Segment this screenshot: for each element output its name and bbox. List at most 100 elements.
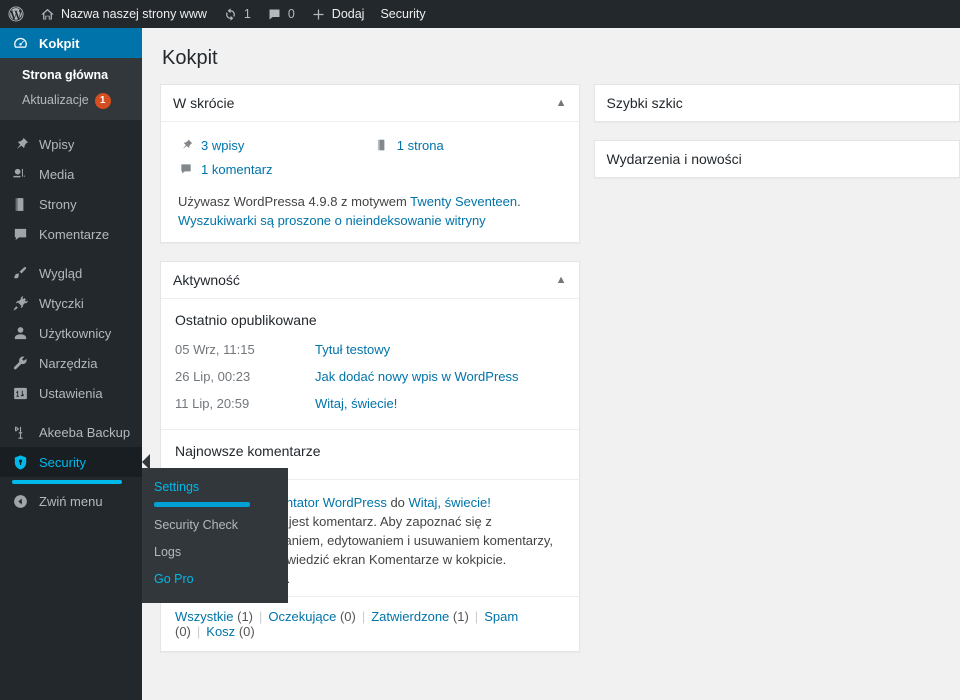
widget-header[interactable]: Szybki szkic: [595, 85, 959, 121]
recently-published-title: Ostatnio opublikowane: [175, 312, 317, 328]
filter-all-link[interactable]: Wszystkie: [175, 609, 234, 624]
filter-spam-count: (0): [175, 624, 191, 639]
updates-badge: 1: [94, 93, 111, 109]
new-content-menu[interactable]: Dodaj: [303, 0, 373, 28]
activity-date: 11 Lip, 20:59: [175, 396, 250, 411]
widget-title: Aktywność: [173, 272, 240, 288]
comment-filter-links: Wszystkie (1) | Oczekujące (0) | Zatwierdzon…: [161, 596, 579, 651]
flyout-item-logs[interactable]: Logs: [142, 539, 288, 566]
collapse-menu-button[interactable]: Zwiń menu: [0, 488, 142, 514]
separator: |: [259, 609, 263, 624]
sidebar-item-komentarze[interactable]: Komentarze: [0, 219, 142, 249]
filter-approved-link[interactable]: Zatwierdzone: [371, 609, 449, 624]
user-icon: [10, 323, 30, 343]
activity-row: 11 Lip, 20:59 Witaj, świecie!: [161, 392, 579, 419]
sidebar-item-strony[interactable]: Strony: [0, 189, 142, 219]
dashboard-icon: [10, 33, 30, 53]
comment-post-link[interactable]: Witaj, świecie!: [409, 495, 491, 510]
menu-separator: [0, 249, 142, 258]
glance-item-label: 1 strona: [396, 137, 444, 153]
updates-menu[interactable]: 1: [215, 0, 259, 28]
update-icon: [223, 7, 238, 22]
theme-link[interactable]: Twenty Seventeen: [410, 194, 517, 209]
submenu-item-aktualizacje[interactable]: Aktualizacje 1: [0, 88, 142, 113]
sidebar-item-label: Użytkownicy: [39, 325, 112, 341]
comment-to-label: do: [386, 495, 409, 510]
activity-post-link[interactable]: Witaj, świecie!: [315, 395, 397, 413]
sidebar-item-label: Wpisy: [39, 136, 75, 152]
submenu-item-label: Aktualizacje: [22, 93, 89, 107]
separator: |: [361, 609, 366, 624]
sidebar-item-label: Strony: [39, 196, 77, 212]
widget-title: W skrócie: [173, 95, 235, 111]
filter-pending-count: (0): [339, 609, 356, 624]
shield-icon: [10, 452, 30, 472]
media-icon: [10, 164, 30, 184]
sidebar-item-label: Narzędzia: [39, 355, 98, 371]
glance-item-comments[interactable]: 1 komentarz: [175, 158, 371, 182]
sidebar-item-uzytkownicy[interactable]: Użytkownicy: [0, 318, 142, 348]
activity-post-link[interactable]: Jak dodać nowy wpis w WordPress: [315, 368, 519, 386]
admin-bar: Nazwa naszej strony www 1 0 Dodaj Securi…: [0, 0, 960, 28]
widget-header: Aktywność ▲: [161, 262, 579, 299]
version-suffix: .: [517, 194, 521, 209]
widget-body: 3 wpisy 1 strona 1 komentarz Używasz Wor…: [161, 122, 579, 242]
flyout-active-bar: [154, 502, 250, 507]
chevron-up-icon[interactable]: ▲: [556, 274, 567, 286]
page-title: Kokpit: [162, 47, 218, 69]
filter-all-count: (1): [237, 609, 254, 624]
akeeba-icon: [10, 422, 30, 442]
flyout-item-security-check[interactable]: Security Check: [142, 512, 288, 539]
sidebar-item-narzedzia[interactable]: Narzędzia: [0, 348, 142, 378]
submenu-item-strona-glowna[interactable]: Strona główna: [0, 63, 142, 88]
page-icon: [10, 194, 30, 214]
activity-row: 05 Wrz, 11:15 Tytuł testowy: [161, 338, 579, 365]
sidebar-item-label: Media: [39, 166, 75, 182]
collapse-menu-label: Zwiń menu: [39, 493, 103, 509]
sidebar-item-media[interactable]: Media: [0, 159, 142, 189]
kokpit-submenu: Strona główna Aktualizacje 1: [0, 58, 142, 120]
wordpress-logo-menu[interactable]: [0, 0, 32, 28]
widget-events-and-news: Wydarzenia i nowości: [593, 140, 960, 178]
sidebar-item-wpisy[interactable]: Wpisy: [0, 129, 142, 159]
filter-trash-count: (0): [238, 624, 255, 639]
security-active-bar: [12, 480, 122, 484]
sidebar-item-label: Akeeba Backup: [39, 424, 131, 440]
adminbar-security-menu[interactable]: Security: [372, 0, 433, 28]
filter-trash-link[interactable]: Kosz: [206, 624, 235, 639]
widget-title: Wydarzenia i nowości: [606, 151, 742, 167]
sidebar-item-label: Wtyczki: [39, 295, 84, 311]
sidebar-item-ustawienia[interactable]: Ustawienia: [0, 378, 142, 408]
chevron-up-icon[interactable]: ▲: [556, 97, 567, 109]
comments-menu[interactable]: 0: [259, 0, 303, 28]
plus-icon: [311, 7, 326, 22]
brush-icon: [10, 263, 30, 283]
pin-icon: [178, 137, 194, 153]
site-name-menu[interactable]: Nazwa naszej strony www: [32, 0, 215, 28]
recently-published-section: Ostatnio opublikowane 05 Wrz, 11:15 Tytu…: [161, 299, 579, 430]
widget-quick-draft: Szybki szkic: [593, 84, 960, 122]
sidebar-item-akeeba-backup[interactable]: Akeeba Backup: [0, 417, 142, 447]
flyout-item-settings[interactable]: Settings: [142, 474, 288, 501]
sidebar-item-kokpit[interactable]: Kokpit: [0, 28, 150, 58]
sidebar-item-security[interactable]: Security: [0, 447, 150, 477]
sidebar-item-label: Wygląd: [39, 265, 83, 281]
activity-post-link[interactable]: Tytuł testowy: [315, 341, 390, 359]
filter-pending-link[interactable]: Oczekujące: [268, 609, 336, 624]
glance-item-label: 1 komentarz: [201, 161, 273, 177]
settings-icon: [10, 383, 30, 403]
updates-count: 1: [243, 7, 251, 21]
widget-header: W skrócie ▲: [161, 85, 579, 122]
sidebar-item-wyglad[interactable]: Wygląd: [0, 258, 142, 288]
site-name-label: Nazwa naszej strony www: [61, 7, 207, 21]
version-text: Używasz WordPressa 4.9.8 z motywem: [178, 194, 411, 209]
glance-item-pages[interactable]: 1 strona: [371, 134, 567, 158]
sidebar-item-wtyczki[interactable]: Wtyczki: [0, 288, 142, 318]
glance-item-posts[interactable]: 3 wpisy: [175, 134, 371, 158]
search-engines-link[interactable]: Wyszukiwarki są proszone o nieindeksowan…: [178, 213, 486, 228]
flyout-item-go-pro[interactable]: Go Pro: [142, 566, 288, 593]
filter-spam-link[interactable]: Spam: [484, 609, 518, 624]
widget-header[interactable]: Wydarzenia i nowości: [595, 141, 959, 177]
wrench-icon: [10, 353, 30, 373]
widget-at-a-glance: W skrócie ▲ 3 wpisy 1 strona 1 komentarz…: [160, 84, 580, 243]
